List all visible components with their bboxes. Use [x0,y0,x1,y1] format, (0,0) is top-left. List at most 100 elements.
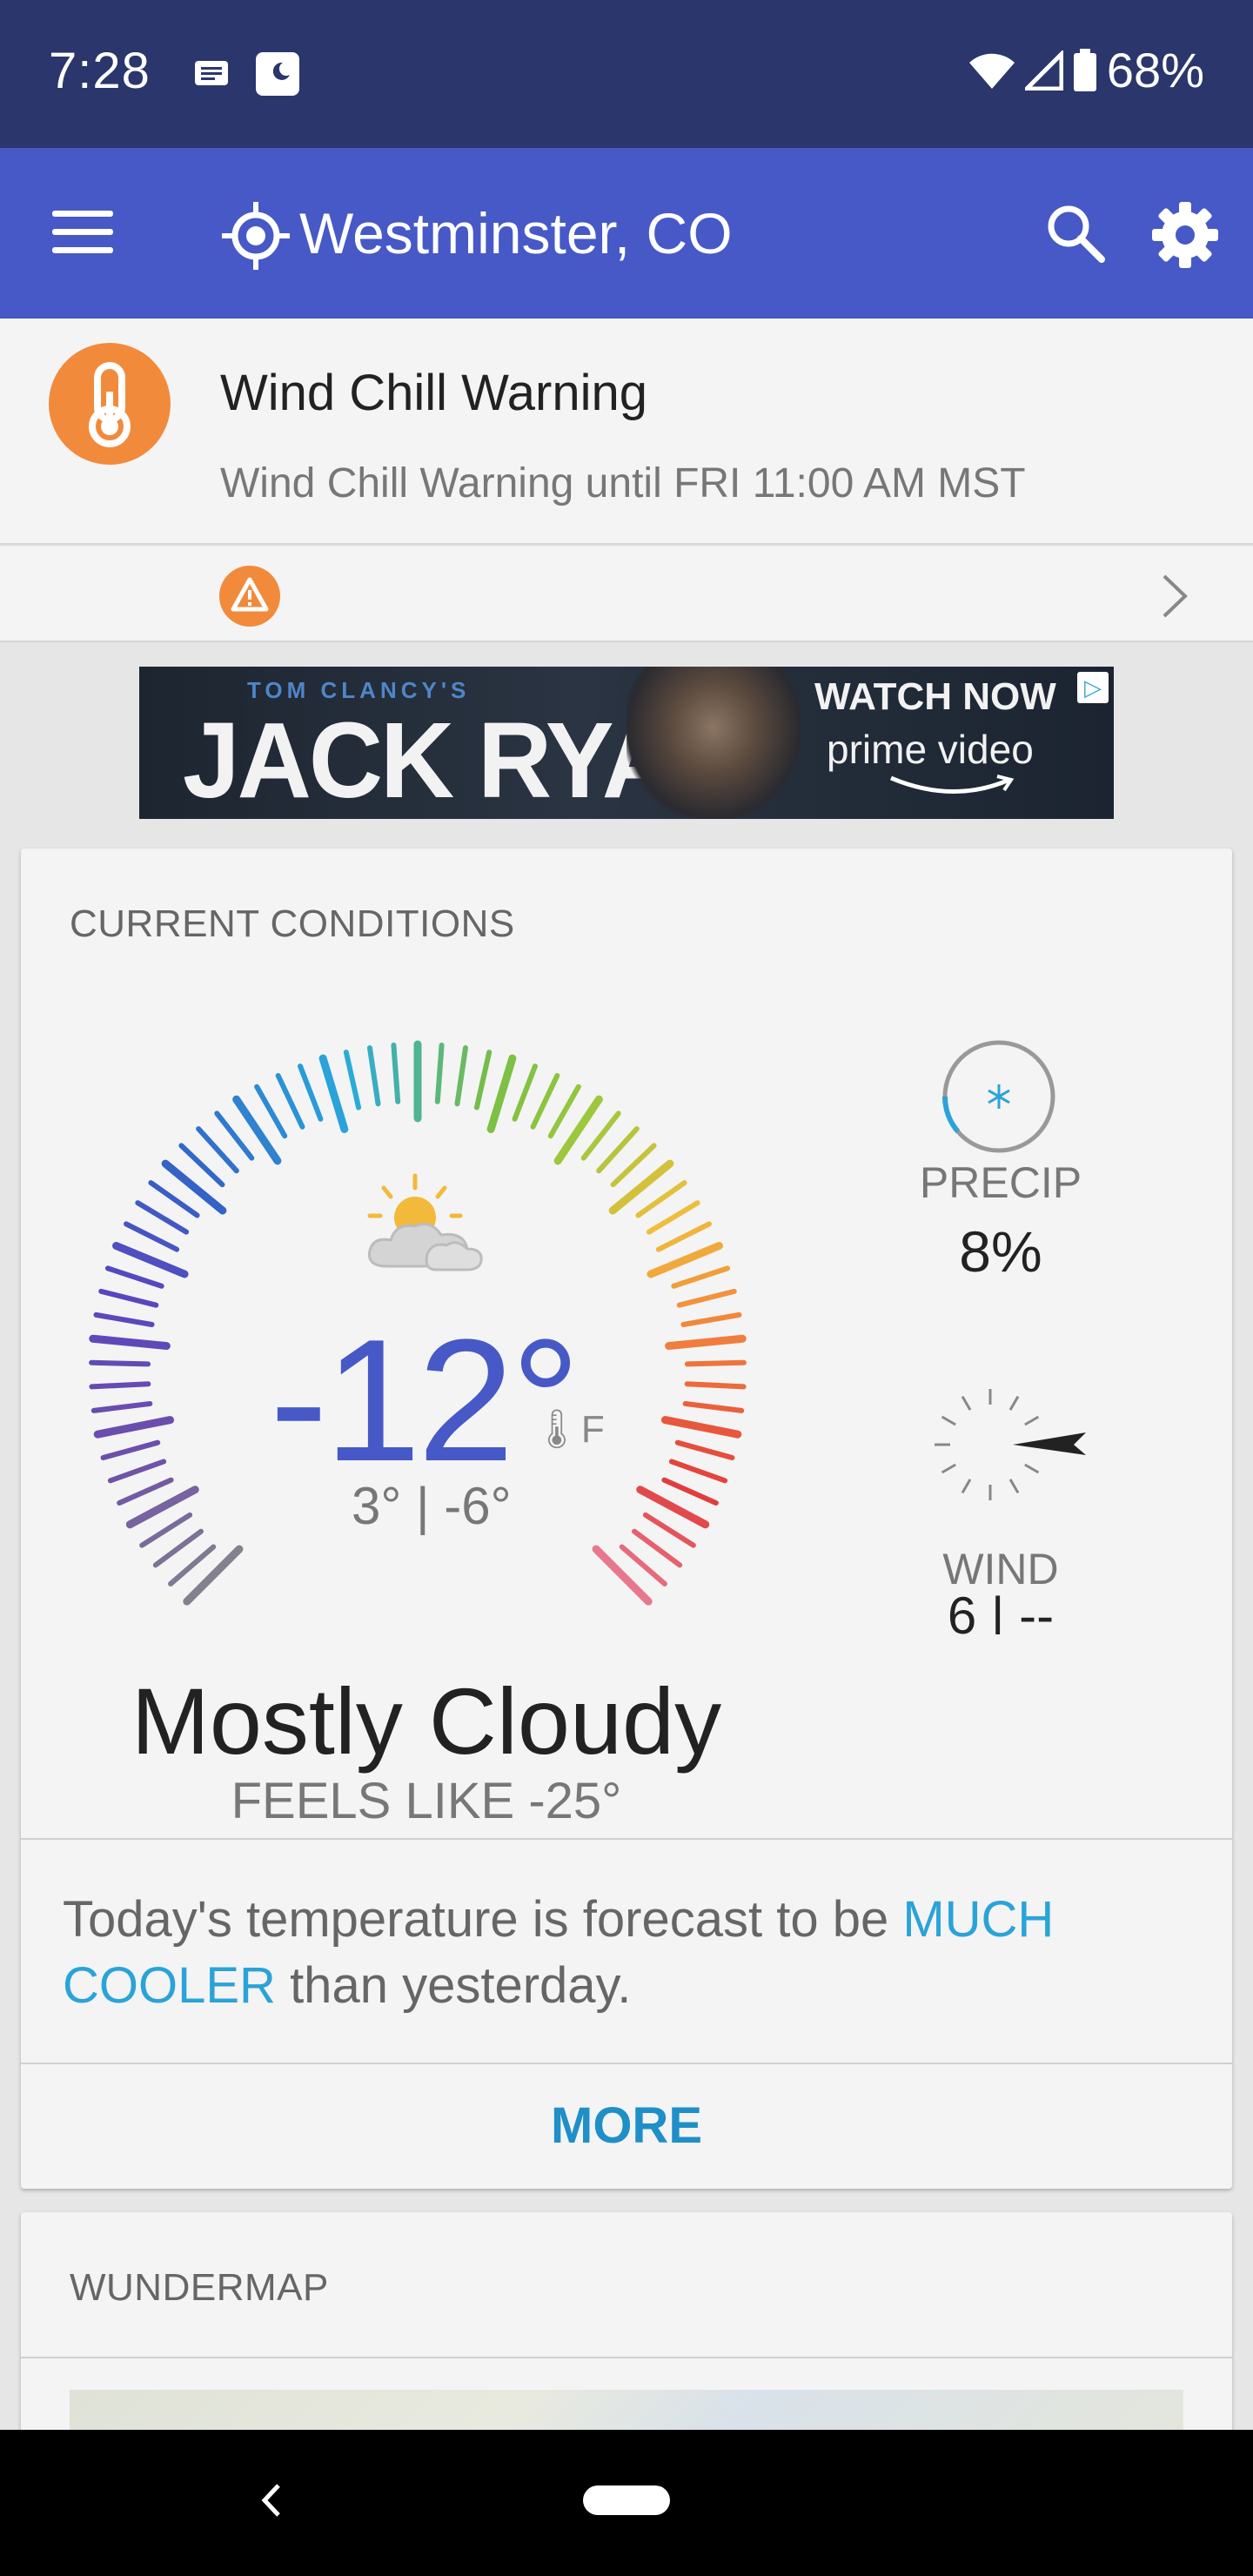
gauge-tick [661,1477,719,1506]
wind-tick [961,1479,972,1494]
unit-label: F [580,1408,605,1451]
battery-percent: 68% [1106,43,1204,97]
gauge-tick [298,1063,324,1122]
map-preview[interactable] [70,2390,1183,2430]
location-icon[interactable] [222,202,290,270]
precip-value: 8% [959,1219,1042,1284]
alert-details-row[interactable] [0,547,1253,642]
gauge-tick [100,1439,161,1461]
location-title[interactable]: Westminster, CO [299,200,733,266]
home-button[interactable] [583,2485,670,2515]
gauge-tick [98,1288,159,1308]
forecast-note-tail: than yesterday. [275,1957,632,2014]
wundermap-header: WUNDERMAP [70,2266,329,2309]
alert-subtitle: Wind Chill Warning until FRI 11:00 AM MS… [220,460,1026,506]
gauge-tick [124,1221,180,1252]
divider [21,2357,1232,2358]
conditions-header: CURRENT CONDITIONS [70,902,515,945]
gauge-tick [93,1416,175,1439]
chevron-right-icon[interactable] [1157,573,1192,620]
gauge-tick [512,1063,538,1122]
gauge-tick [682,1400,745,1413]
wifi-icon [968,53,1015,89]
temperature-value: -12° [270,1304,580,1498]
gauge-tick [473,1050,492,1110]
forecast-note-text: Today's temperature is forecast to be [63,1891,903,1948]
gauge-tick [674,1439,735,1461]
gauge-tick [676,1288,737,1308]
ad-cta: WATCH NOW [814,675,1056,718]
status-right: 68% [968,42,1204,98]
wind-tick [941,1463,956,1474]
gauge-tick [434,1043,445,1104]
ad-choices-icon[interactable]: ▷ [1077,672,1109,703]
moon-icon [256,52,299,96]
gauge-tick [366,1045,381,1107]
gauge-tick [89,1334,171,1351]
wind-tick [1008,1395,1020,1411]
gauge-tick [391,1043,401,1104]
snowflake-icon [988,1084,1010,1109]
gauge-tick [592,1545,653,1606]
wind-value: 6 | -- [947,1587,1055,1634]
amazon-smile-icon [890,775,1015,794]
partly-cloudy-icon [367,1173,483,1271]
divider [21,1838,1232,1840]
news-icon [195,61,228,85]
gauge-tick [660,1416,742,1439]
gauge-tick [343,1050,362,1110]
gauge-tick [668,1459,728,1484]
precip-dial [942,1040,1055,1153]
gauge-tick [318,1054,349,1133]
warning-icon [219,566,280,627]
gauge-tick [530,1073,560,1130]
ad-banner[interactable]: TOM CLANCY'S JACK RYAN WATCH NOW prime v… [139,667,1114,819]
condition-text: Mostly Cloudy [131,1668,722,1774]
thermometer-icon [49,343,171,465]
more-button[interactable]: MORE [21,2064,1232,2188]
back-icon[interactable] [258,2480,284,2520]
battery-icon [1073,48,1096,91]
temperature-unit: 🌡︎F [533,1406,605,1452]
navigation-bar [0,2430,1253,2576]
wind-tick [961,1395,972,1411]
gauge-tick [642,1512,696,1548]
wind-tick [1008,1479,1020,1494]
wind-dial [935,1389,1086,1500]
status-time: 7:28 [49,43,151,99]
forecast-note: Today's temperature is forecast to be MU… [63,1887,1194,2019]
gauge-tick [275,1073,305,1130]
precip-label: PRECIP [919,1158,1082,1207]
menu-icon[interactable] [52,211,113,256]
status-bar: 7:28 68% [0,0,1253,148]
gauge-tick [161,1159,227,1215]
wind-tick [941,1415,956,1426]
gauge-tick [104,1265,164,1289]
gauge-tick [93,1311,155,1328]
feels-like: FEELS LIKE -25° [231,1773,622,1829]
gauge-tick [547,1083,581,1139]
gauge-tick [90,1400,153,1413]
gauge-tick [646,1200,700,1235]
gear-icon[interactable] [1150,200,1220,270]
ad-image [626,667,801,819]
gauge-tick [608,1159,674,1215]
hi-lo-temperature: 3° | -6° [352,1477,512,1535]
ad-brand: prime video [827,727,1034,772]
gauge-tick [665,1334,747,1351]
wind-tick [1024,1415,1040,1426]
gauge-tick [139,1512,193,1548]
wind-chill-alert[interactable]: Wind Chill Warning Wind Chill Warning un… [0,319,1253,545]
gauge-tick [254,1083,288,1139]
alert-title: Wind Chill Warning [220,365,647,421]
gauge-tick [486,1054,517,1133]
gauge-tick [680,1311,742,1328]
gauge-tick [107,1459,167,1484]
thermometer-small-icon: 🌡︎ [533,1408,581,1451]
search-icon[interactable] [1044,202,1107,265]
wind-direction-arrow [1013,1432,1086,1455]
gauge-tick [684,1381,747,1390]
wind-tick [1024,1463,1040,1474]
wind-value-container: 6 | -- [870,1586,1131,1634]
gauge-tick [671,1265,731,1289]
